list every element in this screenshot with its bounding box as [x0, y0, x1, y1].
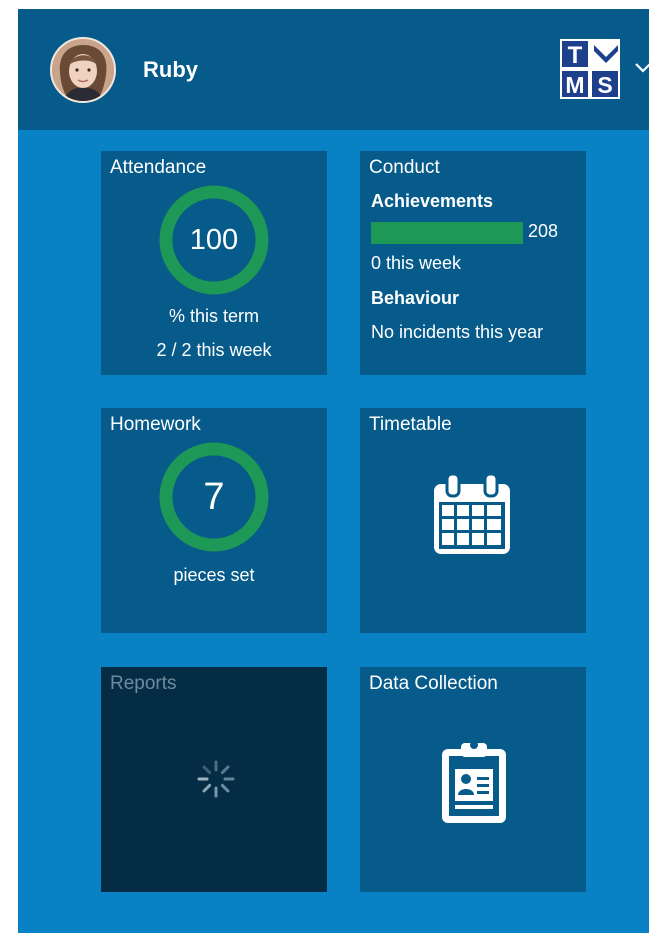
- attendance-week-text: 2 / 2 this week: [156, 340, 272, 360]
- logo-icon: T M S: [560, 39, 620, 99]
- loading-spinner-icon: [197, 760, 235, 798]
- attendance-term-text: % this term: [168, 306, 260, 326]
- tile-conduct[interactable]: Conduct Achievements 208 0 this week Beh…: [360, 151, 586, 375]
- achievements-bar-fill: [371, 222, 523, 244]
- user-avatar-icon: [52, 39, 114, 101]
- attendance-value: 100: [189, 223, 239, 256]
- tile-title: Conduct: [369, 157, 440, 178]
- tile-title: Attendance: [110, 157, 207, 178]
- tile-homework[interactable]: Homework 7 pieces set: [101, 408, 327, 633]
- tile-title: Homework: [110, 414, 201, 435]
- tile-reports[interactable]: Reports: [101, 667, 327, 892]
- chevron-down-icon[interactable]: [634, 59, 649, 77]
- achievements-label: Achievements: [371, 191, 494, 211]
- logo-letter-s: S: [597, 72, 612, 98]
- calendar-icon: [434, 474, 510, 554]
- logo-letter-t: T: [568, 42, 583, 69]
- behaviour-label: Behaviour: [371, 288, 460, 308]
- tile-title: Reports: [110, 673, 177, 694]
- homework-pieces-text: pieces set: [173, 565, 255, 585]
- avatar[interactable]: [50, 37, 116, 103]
- tile-attendance[interactable]: Attendance 100 % this term 2 / 2 this we…: [101, 151, 327, 375]
- achievements-week-text: 0 this week: [371, 253, 462, 273]
- logo-letter-m: M: [565, 72, 584, 98]
- achievements-value: 208: [528, 221, 559, 241]
- behaviour-text: No incidents this year: [371, 322, 544, 342]
- clipboard-profile-icon: [442, 741, 506, 823]
- tile-title: Timetable: [369, 414, 452, 435]
- tile-title: Data Collection: [369, 673, 498, 694]
- app-window: Ruby T M S Attendance 100 % this term 2 …: [18, 9, 649, 933]
- school-logo[interactable]: T M S: [560, 39, 620, 99]
- user-name[interactable]: Ruby: [143, 57, 198, 83]
- achievements-bar: [371, 222, 523, 244]
- tile-data-collection[interactable]: Data Collection: [360, 667, 586, 892]
- header-bar: Ruby T M S: [18, 9, 649, 130]
- homework-value: 7: [203, 475, 225, 518]
- tile-timetable[interactable]: Timetable: [360, 408, 586, 633]
